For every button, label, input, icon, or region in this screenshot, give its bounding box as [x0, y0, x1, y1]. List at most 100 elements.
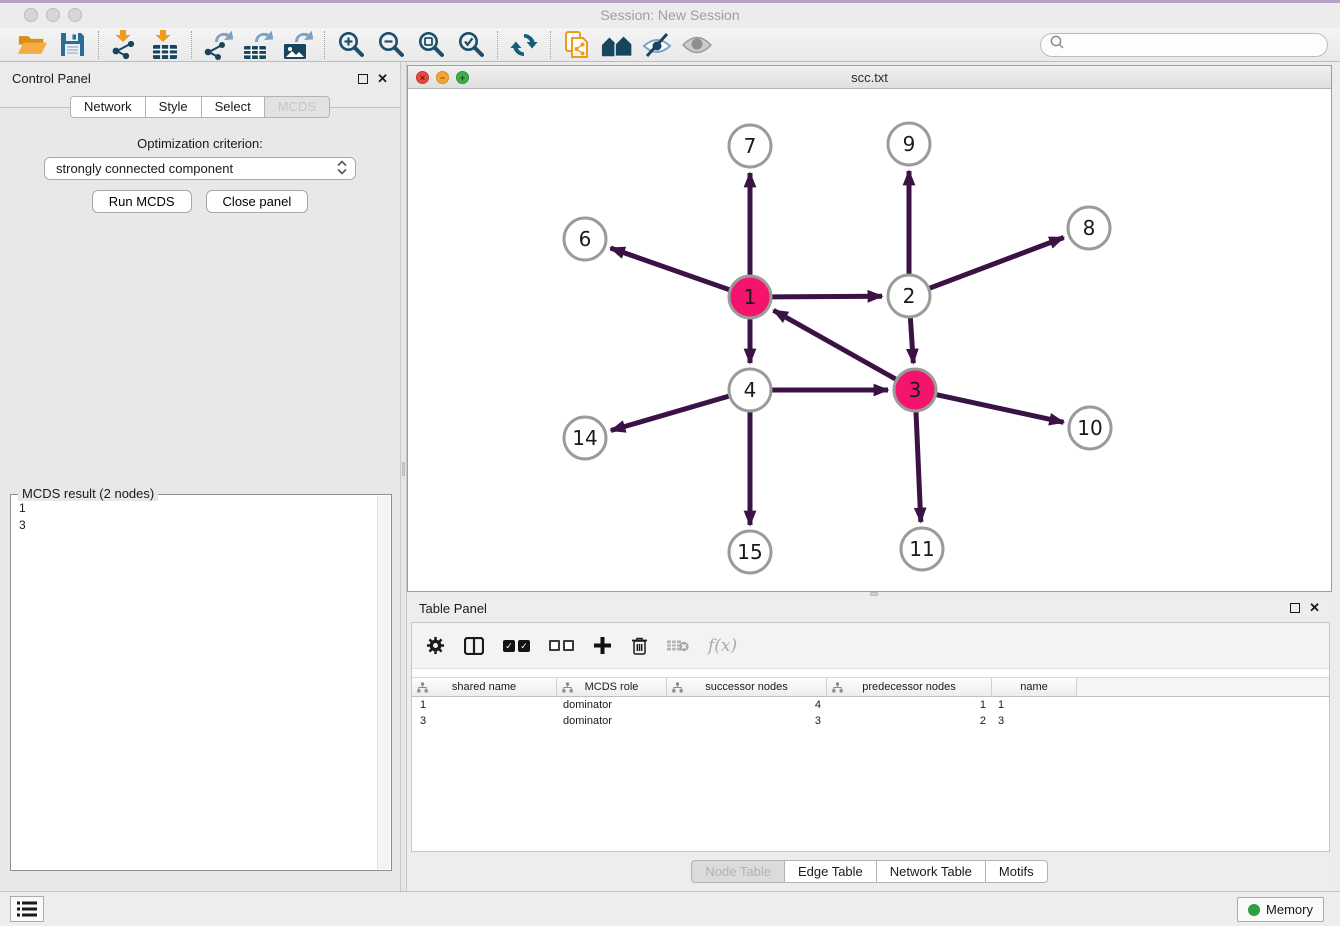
settings-gear-icon[interactable]	[426, 636, 445, 655]
graph-edge-3-11[interactable]	[916, 412, 921, 522]
run-mcds-button[interactable]: Run MCDS	[92, 190, 192, 213]
graph-edge-2-8[interactable]	[930, 238, 1064, 289]
cell-shared-name[interactable]: 3	[412, 713, 557, 729]
cell-mcds-role[interactable]: dominator	[557, 697, 667, 713]
tab-network[interactable]: Network	[70, 96, 146, 118]
float-panel-icon[interactable]	[358, 74, 368, 84]
import-network-icon[interactable]	[105, 29, 145, 61]
graph-node-14[interactable]: 14	[564, 417, 606, 459]
select-all-columns-icon[interactable]: ✓ ✓	[503, 640, 530, 652]
open-session-icon[interactable]	[12, 29, 52, 61]
copy-share-icon[interactable]	[557, 29, 597, 61]
graph-node-8[interactable]: 8	[1068, 207, 1110, 249]
graph-node-11[interactable]: 11	[901, 528, 943, 570]
refresh-styles-icon[interactable]	[504, 29, 544, 61]
cell-predecessor-nodes[interactable]: 1	[827, 697, 992, 713]
cell-name[interactable]: 1	[992, 697, 1077, 713]
graph-edge-4-14[interactable]	[611, 396, 729, 430]
memory-button[interactable]: Memory	[1237, 897, 1324, 922]
tab-style[interactable]: Style	[145, 96, 202, 118]
delete-column-trash-icon[interactable]	[631, 636, 648, 656]
close-panel-icon[interactable]: ✕	[1309, 603, 1320, 613]
task-history-button[interactable]	[10, 896, 44, 922]
delete-table-icon[interactable]	[667, 638, 689, 653]
zoom-in-icon[interactable]	[331, 29, 371, 61]
show-all-eye-icon[interactable]	[677, 29, 717, 61]
table-row[interactable]: 1 dominator 4 1 1	[412, 697, 1329, 713]
cell-predecessor-nodes[interactable]: 2	[827, 713, 992, 729]
criterion-dropdown[interactable]: strongly connected component	[44, 157, 356, 180]
export-table-icon[interactable]	[238, 29, 278, 61]
graph-node-2[interactable]: 2	[888, 275, 930, 317]
show-columns-icon[interactable]	[464, 637, 484, 655]
graph-node-9[interactable]: 9	[888, 123, 930, 165]
svg-text:9: 9	[903, 132, 916, 156]
network-graph[interactable]: 1 2 3 4 6 7 8 9 10 11 14 15	[408, 89, 1331, 591]
hide-selected-eye-icon[interactable]	[637, 29, 677, 61]
tab-motifs[interactable]: Motifs	[985, 860, 1048, 883]
app-window-controls[interactable]	[24, 8, 82, 22]
window-zoom-icon[interactable]: +	[456, 71, 469, 84]
column-header-shared-name[interactable]: shared name	[412, 678, 557, 696]
app-titlebar: Session: New Session	[0, 3, 1340, 28]
svg-text:1: 1	[744, 285, 757, 309]
network-window-titlebar[interactable]: × − + scc.txt	[408, 66, 1331, 89]
zoom-fit-icon[interactable]	[411, 29, 451, 61]
optimization-criterion-label: Optimization criterion:	[0, 136, 400, 151]
graph-edge-2-3[interactable]	[910, 318, 913, 363]
column-header-name[interactable]: name	[992, 678, 1077, 696]
column-header-successor-nodes[interactable]: successor nodes	[667, 678, 827, 696]
import-table-icon[interactable]	[145, 29, 185, 61]
app-close-button[interactable]	[24, 8, 38, 22]
export-image-icon[interactable]	[278, 29, 318, 61]
tab-network-table[interactable]: Network Table	[876, 860, 986, 883]
export-network-icon[interactable]	[198, 29, 238, 61]
table-content: ✓ ✓ f(x)	[411, 622, 1330, 852]
tab-edge-table[interactable]: Edge Table	[784, 860, 877, 883]
tab-select[interactable]: Select	[201, 96, 265, 118]
graph-node-1[interactable]: 1	[729, 276, 771, 318]
save-session-icon[interactable]	[52, 29, 92, 61]
cell-successor-nodes[interactable]: 3	[667, 713, 827, 729]
graph-edge-3-10[interactable]	[937, 395, 1064, 423]
column-header-predecessor-nodes[interactable]: predecessor nodes	[827, 678, 992, 696]
graph-node-3[interactable]: 3	[894, 369, 936, 411]
zoom-out-icon[interactable]	[371, 29, 411, 61]
zoom-selected-icon[interactable]	[451, 29, 491, 61]
cell-name[interactable]: 3	[992, 713, 1077, 729]
search-input[interactable]	[1069, 37, 1309, 52]
graph-node-4[interactable]: 4	[729, 369, 771, 411]
add-column-icon[interactable]	[593, 636, 612, 655]
network-canvas[interactable]: 1 2 3 4 6 7 8 9 10 11 14 15	[408, 89, 1331, 591]
close-panel-button[interactable]: Close panel	[206, 190, 309, 213]
cell-mcds-role[interactable]: dominator	[557, 713, 667, 729]
close-panel-icon[interactable]: ✕	[377, 74, 388, 84]
function-builder-icon[interactable]: f(x)	[708, 636, 737, 656]
result-scrollbar[interactable]	[377, 496, 390, 869]
deselect-all-columns-icon[interactable]	[549, 640, 574, 651]
table-row[interactable]: 3 dominator 3 2 3	[412, 713, 1329, 729]
graph-edge-1-6[interactable]	[611, 248, 730, 290]
tab-mcds[interactable]: MCDS	[264, 96, 330, 118]
graph-edge-1-2[interactable]	[772, 296, 882, 297]
tab-node-table[interactable]: Node Table	[691, 860, 785, 883]
float-panel-icon[interactable]	[1290, 603, 1300, 613]
vertical-splitter[interactable]	[400, 62, 407, 891]
cell-successor-nodes[interactable]: 4	[667, 697, 827, 713]
app-minimize-button[interactable]	[46, 8, 60, 22]
network-window-controls: × − +	[416, 71, 469, 84]
app-zoom-button[interactable]	[68, 8, 82, 22]
search-field[interactable]	[1040, 33, 1328, 57]
unchecked-box-icon	[549, 640, 560, 651]
graph-node-7[interactable]: 7	[729, 125, 771, 167]
graph-node-6[interactable]: 6	[564, 218, 606, 260]
graph-node-15[interactable]: 15	[729, 531, 771, 573]
graph-node-10[interactable]: 10	[1069, 407, 1111, 449]
window-minimize-icon[interactable]: −	[436, 71, 449, 84]
home-layout-icon[interactable]	[597, 29, 637, 61]
window-close-icon[interactable]: ×	[416, 71, 429, 84]
graph-edge-3-1[interactable]	[774, 310, 896, 379]
cell-shared-name[interactable]: 1	[412, 697, 557, 713]
splitter-grip[interactable]	[402, 462, 405, 476]
column-header-mcds-role[interactable]: MCDS role	[557, 678, 667, 696]
